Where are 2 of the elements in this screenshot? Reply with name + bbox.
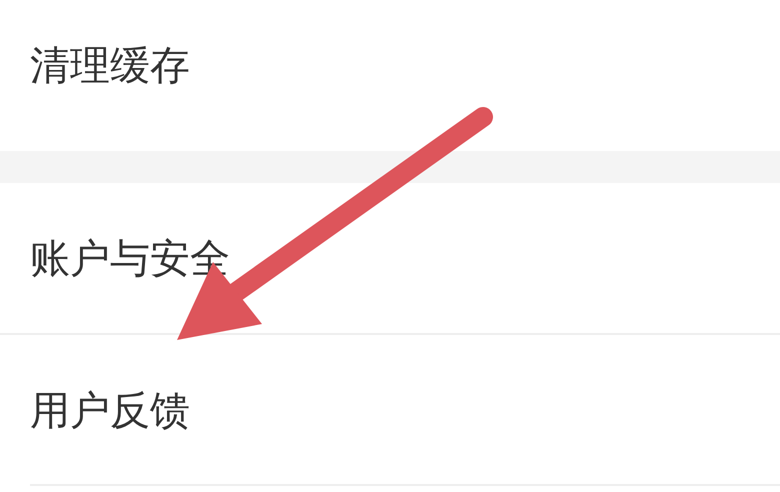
settings-item[interactable]: 清理缓存 [30,38,190,93]
settings-item[interactable]: 用户反馈 [30,383,190,438]
